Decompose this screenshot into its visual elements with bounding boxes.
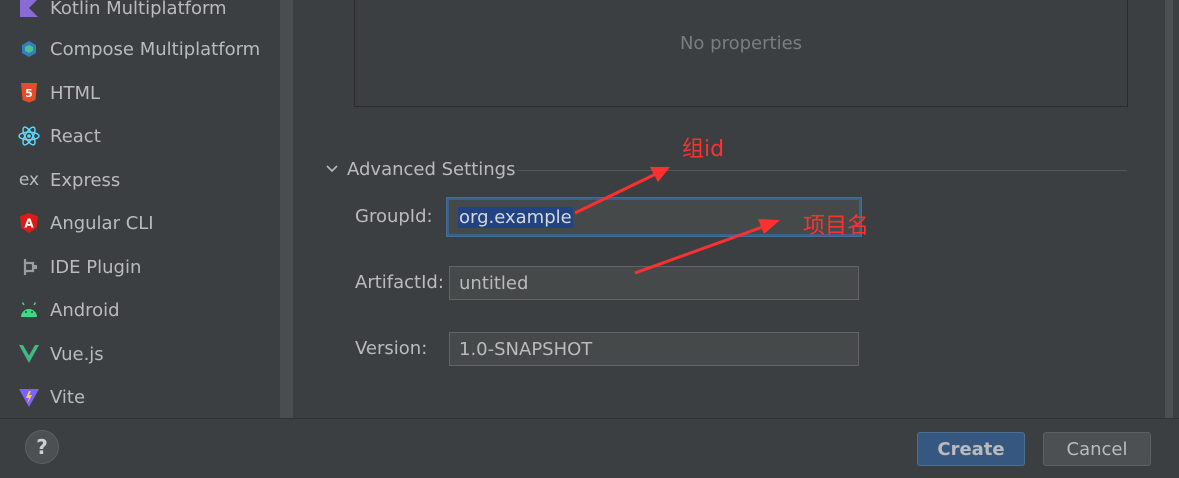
vite-icon xyxy=(18,386,40,408)
svg-text:A: A xyxy=(24,217,34,231)
sidebar-item-angular-cli[interactable]: A Angular CLI xyxy=(0,203,280,243)
sidebar-item-label: Android xyxy=(50,299,120,321)
sidebar-item-label: IDE Plugin xyxy=(50,256,142,278)
sidebar-item-label: Angular CLI xyxy=(50,212,154,234)
sidebar-item-label: Vite xyxy=(50,386,86,408)
android-icon xyxy=(18,299,40,321)
scrollbar-thumb[interactable] xyxy=(1165,0,1173,418)
sidebar-item-android[interactable]: Android xyxy=(0,290,280,330)
sidebar-item-vuejs[interactable]: Vue.js xyxy=(0,334,280,374)
create-button[interactable]: Create xyxy=(917,432,1025,466)
vue-icon xyxy=(18,343,40,365)
version-field[interactable]: 1.0-SNAPSHOT xyxy=(449,332,859,366)
version-label: Version: xyxy=(355,338,428,359)
properties-box: No properties xyxy=(354,0,1128,107)
advanced-settings-toggle[interactable]: Advanced Settings xyxy=(325,156,515,182)
artifactid-value: untitled xyxy=(459,272,529,294)
settings-panel: No properties Advanced Settings GroupId:… xyxy=(293,0,1165,418)
sidebar-scrollbar[interactable] xyxy=(280,0,293,418)
no-properties-text: No properties xyxy=(679,32,803,54)
artifactid-label: ArtifactId: xyxy=(355,272,444,293)
project-type-list: Kotlin Multiplatform Compose Multiplatfo… xyxy=(0,0,280,418)
section-divider xyxy=(517,170,1127,171)
help-icon: ? xyxy=(36,435,48,459)
groupid-value: org.example xyxy=(458,206,573,228)
sidebar-item-label: Express xyxy=(50,169,121,191)
sidebar-item-vite[interactable]: Vite xyxy=(0,377,280,417)
sidebar-item-react[interactable]: React xyxy=(0,116,280,156)
sidebar-item-label: Compose Multiplatform xyxy=(50,38,261,60)
plugin-icon xyxy=(18,256,40,278)
groupid-field[interactable]: org.example xyxy=(446,197,862,237)
cancel-button[interactable]: Cancel xyxy=(1043,432,1151,466)
compose-icon xyxy=(18,38,40,60)
cancel-label: Cancel xyxy=(1066,438,1128,460)
groupid-label: GroupId: xyxy=(355,206,433,227)
svg-text:5: 5 xyxy=(25,87,33,100)
sidebar-item-label: HTML xyxy=(50,82,101,104)
express-icon: ex xyxy=(18,170,40,190)
angular-icon: A xyxy=(18,212,40,234)
kotlin-icon xyxy=(18,0,40,19)
version-value: 1.0-SNAPSHOT xyxy=(459,338,593,360)
sidebar-item-label: Kotlin Multiplatform xyxy=(50,0,227,19)
advanced-settings-title: Advanced Settings xyxy=(347,158,516,180)
sidebar-item-compose-multiplatform[interactable]: Compose Multiplatform xyxy=(0,29,280,69)
main-scrollbar[interactable] xyxy=(1165,0,1179,418)
sidebar-item-label: Vue.js xyxy=(50,343,104,365)
sidebar-item-express[interactable]: ex Express xyxy=(0,160,280,200)
sidebar-item-ide-plugin[interactable]: IDE Plugin xyxy=(0,247,280,287)
groupid-annotation: 组id xyxy=(682,137,725,162)
chevron-down-icon xyxy=(326,165,338,173)
sidebar-item-label: React xyxy=(50,125,101,147)
artifactid-annotation: 项目名 xyxy=(803,214,870,239)
artifactid-field[interactable]: untitled xyxy=(449,266,859,300)
create-label: Create xyxy=(937,438,1005,460)
react-icon xyxy=(18,125,40,147)
help-button[interactable]: ? xyxy=(25,430,59,464)
sidebar-item-kotlin-multiplatform[interactable]: Kotlin Multiplatform xyxy=(0,0,280,28)
sidebar-item-html[interactable]: 5 HTML xyxy=(0,73,280,113)
html5-icon: 5 xyxy=(18,82,40,104)
